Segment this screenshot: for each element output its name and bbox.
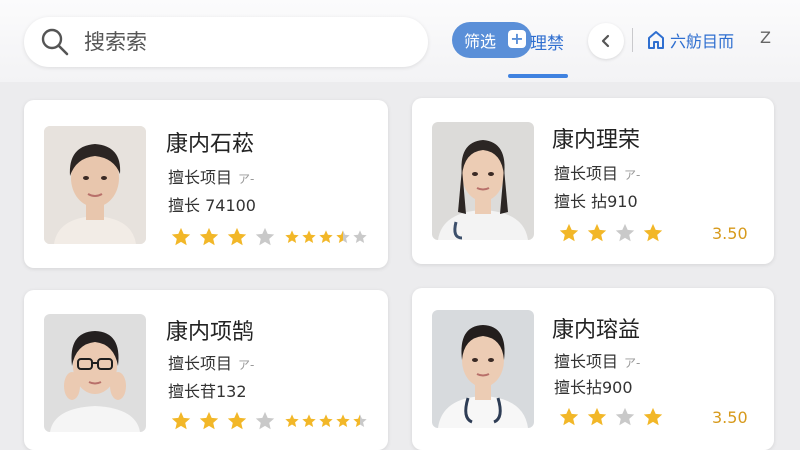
star-icon <box>255 227 275 246</box>
doctor-card[interactable]: 康内理荣 擅长项目 ア- 擅长 拈910 3.50 <box>412 98 774 264</box>
doctor-name: 康内石菘 <box>166 132 255 157</box>
star-icon <box>353 230 367 243</box>
rating-value: 3.50 <box>712 224 748 243</box>
specialty-label: 擅长项目 <box>168 354 233 373</box>
star-icon <box>171 227 191 246</box>
star-icon <box>615 223 635 242</box>
back-button[interactable] <box>588 23 624 59</box>
star-rating <box>170 226 282 248</box>
specialty-line: 擅长项目 ア- <box>168 164 254 188</box>
home-button[interactable]: 六舫目而 <box>646 28 734 52</box>
star-rating <box>170 410 282 432</box>
specialty-extra: ア- <box>238 358 255 372</box>
star-icon <box>227 411 247 430</box>
star-icon <box>302 414 316 427</box>
star-rating <box>558 406 670 428</box>
specialty-label: 擅长项目 <box>554 164 619 183</box>
star-icon <box>255 411 275 430</box>
price-line: 擅长苷132 <box>168 382 247 401</box>
specialty-extra: ア- <box>624 356 641 370</box>
doctor-card[interactable]: 康内石菘 擅长项目 ア- 擅长 ‍74100 <box>24 100 388 268</box>
doctor-name: 康内项鹄 <box>166 320 255 345</box>
search-input[interactable] <box>82 29 406 55</box>
star-icon <box>336 414 350 427</box>
mini-star-rating <box>284 413 369 429</box>
star-icon <box>319 414 333 427</box>
specialty-line: 擅长项目 ア- <box>554 348 640 372</box>
star-icon <box>353 414 367 427</box>
star-icon <box>559 407 579 426</box>
star-icon <box>285 414 299 427</box>
star-icon <box>319 230 333 243</box>
star-icon <box>587 407 607 426</box>
doctor-name: 康内理荣 <box>552 128 641 153</box>
star-icon <box>643 223 663 242</box>
toolbar-divider <box>632 28 633 52</box>
star-icon <box>199 227 219 246</box>
home-icon <box>648 31 664 49</box>
price-line: 擅长 拈910 <box>554 192 638 211</box>
avatar <box>44 314 146 432</box>
star-icon <box>336 230 350 243</box>
rating-value: 3.50 <box>712 408 748 427</box>
star-icon <box>285 230 299 243</box>
doctor-name: 康内瑢益 <box>552 318 641 343</box>
doctor-card[interactable]: 康内瑢益 擅长项目 ア- 擅长拈900 3.50 <box>412 288 774 450</box>
star-icon <box>587 223 607 242</box>
specialty-extra: ア- <box>238 172 255 186</box>
home-label: 六舫目而 <box>670 32 735 51</box>
avatar <box>44 126 146 244</box>
specialty-extra: ア- <box>624 168 641 182</box>
price-line: 擅长 ‍74100 <box>168 196 256 215</box>
star-icon <box>171 411 191 430</box>
star-icon <box>302 230 316 243</box>
avatar <box>432 122 534 240</box>
star-icon <box>559 223 579 242</box>
search-bar[interactable] <box>24 17 428 67</box>
mini-star-rating <box>284 229 369 245</box>
specialty-label: 擅长项目 <box>554 352 619 371</box>
star-icon <box>643 407 663 426</box>
top-bar: 筛选 + 理禁 六舫目而 Z <box>0 0 800 82</box>
doctor-card[interactable]: 康内项鹄 擅长项目 ア- 擅长苷132 <box>24 290 388 450</box>
specialty-line: 擅长项目 ア- <box>168 350 254 374</box>
specialty-line: 擅长项目 ア- <box>554 160 640 184</box>
specialty-label: 擅长项目 <box>168 168 233 187</box>
active-tab-indicator <box>508 74 568 78</box>
star-icon <box>615 407 635 426</box>
star-icon <box>199 411 219 430</box>
star-icon <box>227 227 247 246</box>
price-line: 擅长拈900 <box>554 378 633 397</box>
tab-manage[interactable]: 理禁 <box>530 29 564 54</box>
filter-label: 筛选 <box>464 32 497 51</box>
star-rating <box>558 222 670 244</box>
z-button[interactable]: Z <box>760 28 771 47</box>
search-icon <box>41 28 69 56</box>
plus-icon[interactable]: + <box>508 30 526 48</box>
chevron-left-icon <box>601 34 610 48</box>
avatar <box>432 310 534 428</box>
